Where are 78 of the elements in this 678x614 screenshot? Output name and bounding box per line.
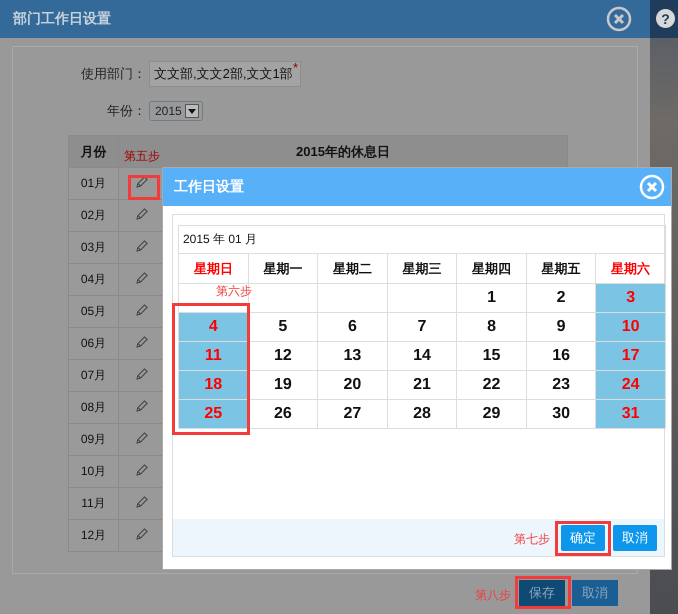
day-cell[interactable]: 15 [456, 342, 526, 370]
highlight-frame [128, 175, 160, 200]
day-cell[interactable]: 14 [387, 342, 457, 370]
weekday-header: 星期三 [387, 254, 457, 284]
step-note: 第六步 [216, 283, 252, 300]
day-cell[interactable]: 29 [456, 400, 526, 428]
edit-button[interactable] [135, 239, 149, 253]
month-cell: 04月 [68, 264, 118, 296]
day-cell[interactable]: 28 [387, 400, 457, 428]
month-cell: 10月 [68, 456, 118, 488]
weekday-header: 星期二 [318, 254, 388, 284]
edit-button[interactable] [135, 399, 149, 413]
pencil-icon [135, 207, 149, 221]
pencil-icon [135, 495, 149, 509]
edit-button[interactable] [135, 271, 149, 285]
field-label: 年份： [106, 102, 146, 120]
edit-button[interactable] [135, 367, 149, 381]
dialog-title: 工作日设置 [174, 178, 244, 196]
edit-button[interactable] [135, 303, 149, 317]
dialog-title: 部门工作日设置 [13, 10, 111, 28]
weekday-header: 星期四 [456, 254, 526, 284]
edit-button[interactable] [135, 495, 149, 509]
pencil-icon [135, 335, 149, 349]
day-cell[interactable]: 6 [318, 312, 388, 342]
month-cell: 07月 [68, 360, 118, 392]
step-note: 第七步 [514, 531, 550, 548]
edit-button[interactable] [135, 175, 149, 189]
highlight-frame [515, 576, 571, 609]
day-cell[interactable]: 26 [248, 400, 318, 428]
month-label: 2015 年 01 月 [178, 226, 666, 254]
edit-button[interactable] [135, 431, 149, 445]
month-cell: 05月 [68, 296, 118, 328]
pencil-icon [135, 367, 149, 381]
weekday-header: 星期一 [248, 254, 318, 284]
day-cell[interactable]: 20 [318, 370, 388, 400]
month-cell: 02月 [68, 200, 118, 232]
month-cell: 12月 [68, 520, 118, 552]
day-cell[interactable]: 22 [456, 370, 526, 400]
save-button[interactable]: 保存 [519, 580, 565, 606]
field-label: 使用部门： [80, 65, 146, 83]
month-cell: 06月 [68, 328, 118, 360]
month-cell: 08月 [68, 392, 118, 424]
department-field[interactable]: 文文部,文文2部,文文1部* [149, 61, 301, 87]
pencil-icon [135, 271, 149, 285]
column-header: 月份 [68, 136, 118, 168]
month-cell: 01月 [68, 168, 118, 200]
pencil-icon [135, 463, 149, 477]
day-cell[interactable]: 13 [318, 342, 388, 370]
edit-button[interactable] [135, 463, 149, 477]
year-select[interactable]: 2015 [149, 101, 203, 121]
day-cell[interactable]: 21 [387, 370, 457, 400]
day-cell[interactable]: 27 [318, 400, 388, 428]
pencil-icon [135, 175, 149, 189]
close-icon[interactable] [606, 6, 632, 32]
pencil-icon [135, 303, 149, 317]
edit-button[interactable] [135, 335, 149, 349]
pencil-icon [135, 431, 149, 445]
step-note: 第五步 [124, 148, 160, 165]
step-note: 第八步 [475, 587, 511, 604]
help-icon[interactable]: ? [656, 9, 675, 28]
highlight-frame [555, 521, 611, 556]
month-cell: 03月 [68, 232, 118, 264]
day-cell[interactable]: 8 [456, 312, 526, 342]
day-cell[interactable]: 7 [387, 312, 457, 342]
weekday-header: 星期日 [178, 254, 248, 284]
required-mark: * [292, 60, 298, 75]
month-cell: 11月 [68, 488, 118, 520]
pencil-icon [135, 527, 149, 541]
pencil-icon [135, 399, 149, 413]
weekday-header: 星期五 [526, 254, 596, 284]
day-cell[interactable]: 19 [248, 370, 318, 400]
edit-button[interactable] [135, 207, 149, 221]
day-cell[interactable]: 1 [456, 284, 526, 312]
pencil-icon [135, 239, 149, 253]
day-cell[interactable]: 12 [248, 342, 318, 370]
day-cell[interactable]: 5 [248, 312, 318, 342]
month-cell: 09月 [68, 424, 118, 456]
edit-button[interactable] [135, 527, 149, 541]
